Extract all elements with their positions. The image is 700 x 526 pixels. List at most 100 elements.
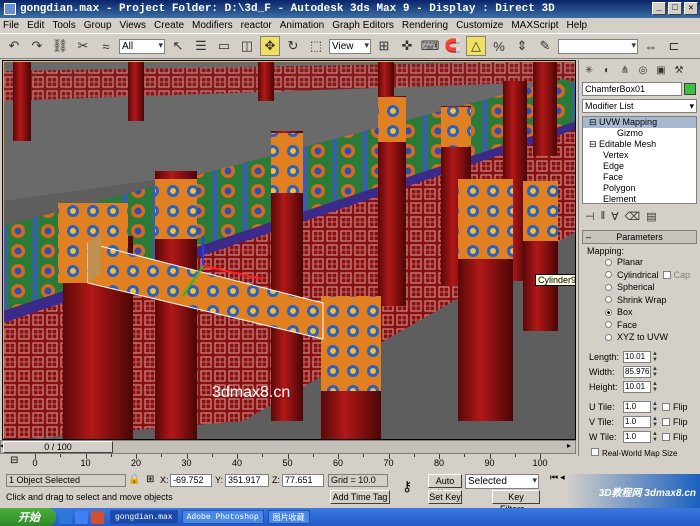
hierarchy-tab-icon[interactable]: ⋔ [617,63,633,78]
radio-planar[interactable]: Planar [605,256,700,269]
length-spinner[interactable]: ▲ ▼ [652,351,658,363]
minimize-button[interactable]: _ [652,2,666,15]
bind-space-warp-icon[interactable]: ≈ [96,36,116,56]
radio-shrink-wrap[interactable]: Shrink Wrap [605,294,700,307]
unlink-icon[interactable]: ✂ [73,36,93,56]
pin-stack-icon[interactable]: ⊣ [585,210,595,224]
radio-face[interactable]: Face [605,319,700,332]
reference-coordinate-dropdown[interactable]: View [329,38,371,54]
angle-snap-icon[interactable]: △ [466,36,486,56]
task-3dsmax[interactable]: gongdian.max [110,510,178,524]
task-image-folder[interactable]: 图片收藏 [267,510,310,524]
vtile-field[interactable]: 1.0 [623,416,651,428]
named-selection-icon[interactable]: ✎ [535,36,555,56]
modify-tab-icon[interactable]: ◐ [599,63,615,78]
real-world-checkbox[interactable] [591,447,599,456]
mirror-icon[interactable]: ⇔ [641,36,661,56]
redo-icon[interactable]: ↷ [27,36,47,56]
menu-reactor[interactable]: reactor [241,20,272,31]
cap-checkbox[interactable] [662,270,671,279]
snap-toggle-icon[interactable]: 🧲 [443,36,463,56]
filter-icon[interactable]: ⊟ [10,455,18,466]
v-flip-checkbox[interactable] [662,418,670,426]
stack-item-element[interactable]: Element [583,194,696,205]
quicklaunch-desktop-icon[interactable] [75,510,88,524]
wtile-spinner[interactable]: ▲ ▼ [652,431,658,443]
selection-region-icon[interactable]: ▭ [214,36,234,56]
vtile-spinner[interactable]: ▲ ▼ [652,416,658,428]
select-object-icon[interactable]: ↖ [168,36,188,56]
configure-sets-icon[interactable]: ▤ [646,210,656,224]
menu-create[interactable]: Create [154,20,184,31]
radio-spherical[interactable]: Spherical [605,281,700,294]
radio-xyz-to-uvw[interactable]: XYZ to UVW [605,331,700,344]
time-slider-thumb[interactable]: 0 / 100 [3,441,113,453]
start-button[interactable]: 开始 [0,508,56,526]
wtile-field[interactable]: 1.0 [623,431,651,443]
utilities-tab-icon[interactable]: ⚒ [671,63,687,78]
stack-item-edge[interactable]: Edge [583,161,696,172]
select-move-icon[interactable]: ✥ [260,36,280,56]
selection-filter-dropdown[interactable]: All [119,38,165,54]
key-mode-icon[interactable]: ⚷ [402,478,412,495]
stack-item-face[interactable]: Face [583,172,696,183]
menu-maxscript[interactable]: MAXScript [511,20,558,31]
height-field[interactable]: 10.01 [623,381,651,393]
height-spinner[interactable]: ▲ ▼ [652,381,658,393]
remove-modifier-icon[interactable]: ⌫ [625,210,641,224]
window-crossing-icon[interactable]: ◫ [237,36,257,56]
motion-tab-icon[interactable]: ◎ [635,63,651,78]
align-icon[interactable]: ⊏ [664,36,684,56]
display-tab-icon[interactable]: ▣ [653,63,669,78]
absolute-mode-icon[interactable]: ⊞ [146,474,160,487]
perspective-viewport[interactable]: Cylinder92 3dmax8.cn [2,60,576,440]
w-flip-checkbox[interactable] [662,433,670,441]
stack-item-gizmo[interactable]: Gizmo [583,128,696,139]
set-key-button[interactable]: Set Key [428,490,462,504]
z-coordinate-field[interactable]: 77.651 [282,474,324,487]
utile-field[interactable]: 1.0 [623,401,651,413]
modifier-list-dropdown[interactable]: Modifier List [582,99,697,113]
maximize-button[interactable]: □ [668,2,682,15]
width-spinner[interactable]: ▲ ▼ [652,366,658,378]
stack-item-polygon[interactable]: Polygon [583,183,696,194]
menu-graph-editors[interactable]: Graph Editors [332,20,394,31]
stack-item-vertex[interactable]: Vertex [583,150,696,161]
select-scale-icon[interactable]: ⬚ [306,36,326,56]
time-slider[interactable]: ◂ 0 / 100 ▸ [0,440,576,454]
menu-modifiers[interactable]: Modifiers [192,20,233,31]
lock-selection-icon[interactable]: 🔒 [128,474,142,487]
key-selection-dropdown[interactable]: Selected [465,474,539,489]
go-to-start-icon[interactable]: ⏮ [550,472,558,483]
quicklaunch-media-icon[interactable] [91,510,104,524]
key-filters-button[interactable]: Key Filters... [492,490,540,514]
make-unique-icon[interactable]: ∀ [611,210,619,224]
radio-box[interactable]: Box [605,306,700,319]
real-world-map-size[interactable]: Real-World Map Size [587,447,700,458]
menu-animation[interactable]: Animation [280,20,324,31]
object-name-field[interactable]: ChamferBox01 [582,82,682,96]
y-coordinate-field[interactable]: 351.917 [225,474,269,487]
manipulate-icon[interactable]: ✜ [397,36,417,56]
menu-customize[interactable]: Customize [456,20,503,31]
undo-icon[interactable]: ↶ [4,36,24,56]
menu-help[interactable]: Help [567,20,588,31]
track-bar[interactable]: ⊟ 0 10 20 30 40 50 60 70 80 90 100 [0,454,576,472]
utile-spinner[interactable]: ▲ ▼ [652,401,658,413]
task-photoshop[interactable]: Adobe Photoshop [181,510,264,524]
create-tab-icon[interactable]: ✳ [581,63,597,78]
link-icon[interactable]: ⛓ [50,36,70,56]
u-flip-checkbox[interactable] [662,403,670,411]
modifier-stack[interactable]: ⊟ UVW Mapping Gizmo ⊟ Editable Mesh Vert… [582,116,697,204]
menu-tools[interactable]: Tools [52,20,75,31]
menu-group[interactable]: Group [84,20,112,31]
keyboard-shortcut-icon[interactable]: ⌨ [420,36,440,56]
add-time-tag-button[interactable]: Add Time Tag [330,490,390,504]
select-rotate-icon[interactable]: ↻ [283,36,303,56]
width-field[interactable]: 85.976 [623,366,651,378]
time-slider-next-icon[interactable]: ▸ [567,441,571,450]
menu-rendering[interactable]: Rendering [402,20,448,31]
stack-item-editable-mesh[interactable]: ⊟ Editable Mesh [583,139,696,150]
named-selection-sets-dropdown[interactable] [558,38,638,54]
menu-views[interactable]: Views [120,20,147,31]
